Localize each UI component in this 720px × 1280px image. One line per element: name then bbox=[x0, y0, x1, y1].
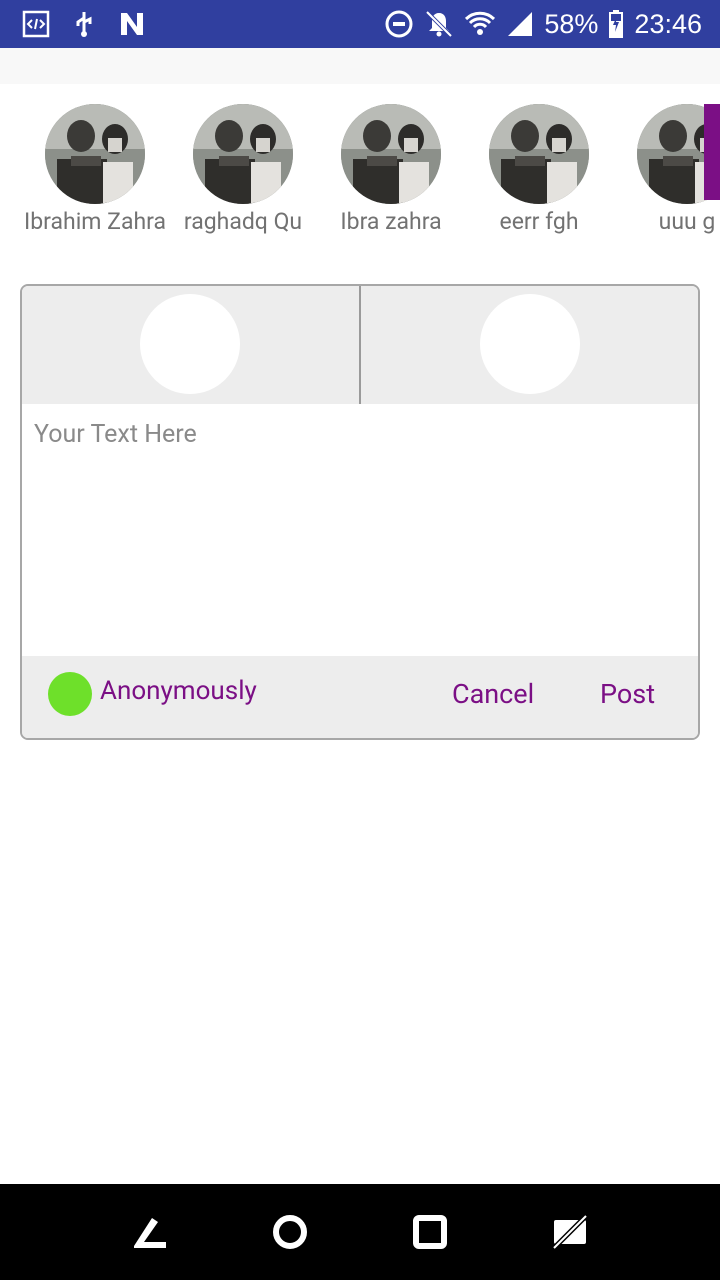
do-not-disturb-icon bbox=[385, 10, 413, 38]
wifi-icon bbox=[465, 11, 496, 35]
contact-item[interactable]: Ibra zahra bbox=[316, 104, 466, 244]
contact-name: eerr fgh bbox=[499, 208, 579, 235]
post-button[interactable]: Post bbox=[600, 678, 655, 710]
clock: 23:46 bbox=[634, 9, 702, 39]
avatar bbox=[489, 104, 589, 204]
contact-name: raghadq Qu bbox=[183, 208, 303, 235]
contact-name: Ibrahim Zahra bbox=[24, 208, 166, 235]
contact-item[interactable]: eerr fgh bbox=[464, 104, 614, 244]
code-icon bbox=[22, 10, 50, 38]
left-image-slot[interactable] bbox=[140, 294, 240, 394]
n-icon bbox=[121, 13, 143, 35]
contact-name: Ibra zahra bbox=[340, 208, 442, 235]
navigation-bar bbox=[0, 1184, 720, 1280]
cancel-button[interactable]: Cancel bbox=[452, 678, 534, 710]
toolbar-strip bbox=[0, 48, 720, 84]
usb-icon bbox=[76, 12, 92, 37]
header-divider bbox=[359, 286, 361, 404]
avatar bbox=[341, 104, 441, 204]
signal-icon bbox=[508, 12, 533, 36]
post-text-input[interactable] bbox=[22, 404, 698, 656]
battery-charging-icon bbox=[609, 10, 624, 38]
rotate-icon[interactable] bbox=[550, 1212, 590, 1252]
avatar bbox=[193, 104, 293, 204]
anonymous-label[interactable]: Anonymously bbox=[100, 676, 257, 706]
status-bar: 58% 23:46 bbox=[0, 0, 720, 48]
contact-item[interactable]: Ibrahim Zahra bbox=[20, 104, 170, 244]
home-icon[interactable] bbox=[270, 1212, 310, 1252]
composer-footer: Anonymously Cancel Post bbox=[22, 656, 698, 738]
post-composer-card: Anonymously Cancel Post bbox=[20, 284, 700, 740]
contacts-row[interactable]: Ibrahim Zahra raghadq Qu Ibra zahra eerr… bbox=[0, 84, 720, 254]
contact-name: uuu g bbox=[658, 208, 716, 235]
recents-icon[interactable] bbox=[410, 1212, 450, 1252]
back-icon[interactable] bbox=[130, 1212, 170, 1252]
notifications-off-icon bbox=[425, 10, 453, 38]
right-image-slot[interactable] bbox=[480, 294, 580, 394]
composer-header bbox=[22, 286, 698, 404]
anonymous-toggle-icon[interactable] bbox=[48, 672, 92, 716]
avatar bbox=[45, 104, 145, 204]
contact-item[interactable]: raghadq Qu bbox=[168, 104, 318, 244]
battery-percentage: 58% bbox=[544, 9, 599, 39]
scroll-indicator bbox=[704, 104, 720, 200]
